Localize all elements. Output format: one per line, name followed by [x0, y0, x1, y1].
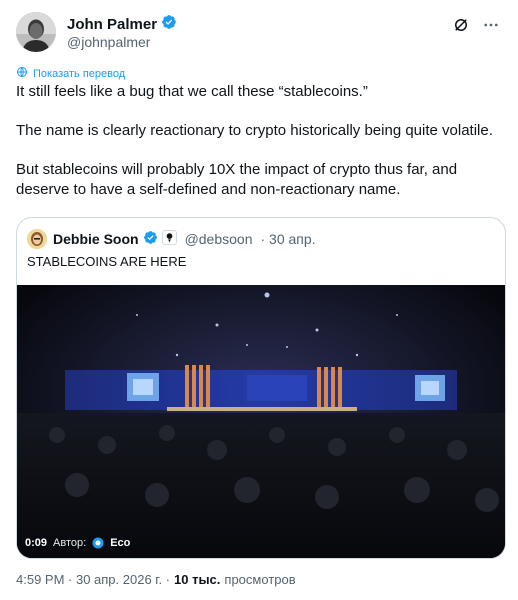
translate-icon	[16, 66, 28, 81]
quoted-tweet-date: · 30 апр.	[260, 231, 316, 247]
grok-icon[interactable]	[450, 14, 472, 36]
tweet-paragraph: But stablecoins will probably 10X the im…	[16, 161, 458, 198]
views-label: просмотров	[224, 572, 296, 587]
more-options-icon[interactable]	[480, 14, 502, 36]
tweet-timestamp[interactable]: 4:59 PM · 30 апр. 2026 г. ·	[16, 572, 170, 587]
eco-logo-icon	[92, 537, 104, 549]
tweet-header: John Palmer @johnpalmer	[16, 12, 502, 52]
verified-badge-icon	[143, 230, 158, 248]
quoted-tweet-text: STABLECOINS ARE HERE	[27, 254, 187, 269]
translate-label: Показать перевод	[33, 67, 126, 80]
video-author-name[interactable]: Eco	[110, 537, 130, 549]
verified-badge-icon	[161, 14, 177, 35]
tweet-paragraph: It still feels like a bug that we call t…	[16, 83, 368, 100]
author-name-row: John Palmer	[67, 14, 177, 35]
author-name[interactable]: John Palmer	[67, 16, 157, 33]
quoted-tweet[interactable]: Debbie Soon @debsoon · 30 апр. STABLECOI…	[16, 217, 506, 559]
tweet-text: It still feels like a bug that we call t…	[16, 82, 502, 219]
author-handle[interactable]: @johnpalmer	[67, 34, 150, 50]
video-author-label: Автор:	[53, 537, 87, 549]
quoted-author-name: Debbie Soon	[53, 231, 139, 247]
quoted-tweet-header: Debbie Soon @debsoon · 30 апр.	[27, 229, 316, 249]
views-count: 10 тыс.	[174, 572, 221, 587]
quoted-author-avatar	[27, 229, 47, 249]
video-frame	[17, 285, 505, 558]
author-avatar[interactable]	[16, 12, 56, 52]
video-info-bar: 0:09 Автор: Eco	[25, 537, 130, 549]
tweet-paragraph: The name is clearly reactionary to crypt…	[16, 122, 493, 139]
tweet-meta: 4:59 PM · 30 апр. 2026 г. · 10 тыс. прос…	[16, 572, 296, 587]
video-player[interactable]: 0:09 Автор: Eco	[17, 285, 505, 558]
show-translation-link[interactable]: Показать перевод	[16, 66, 125, 81]
affiliate-badge-icon	[161, 230, 177, 248]
quoted-author-handle: @debsoon	[184, 231, 253, 247]
video-timestamp: 0:09	[25, 537, 48, 549]
